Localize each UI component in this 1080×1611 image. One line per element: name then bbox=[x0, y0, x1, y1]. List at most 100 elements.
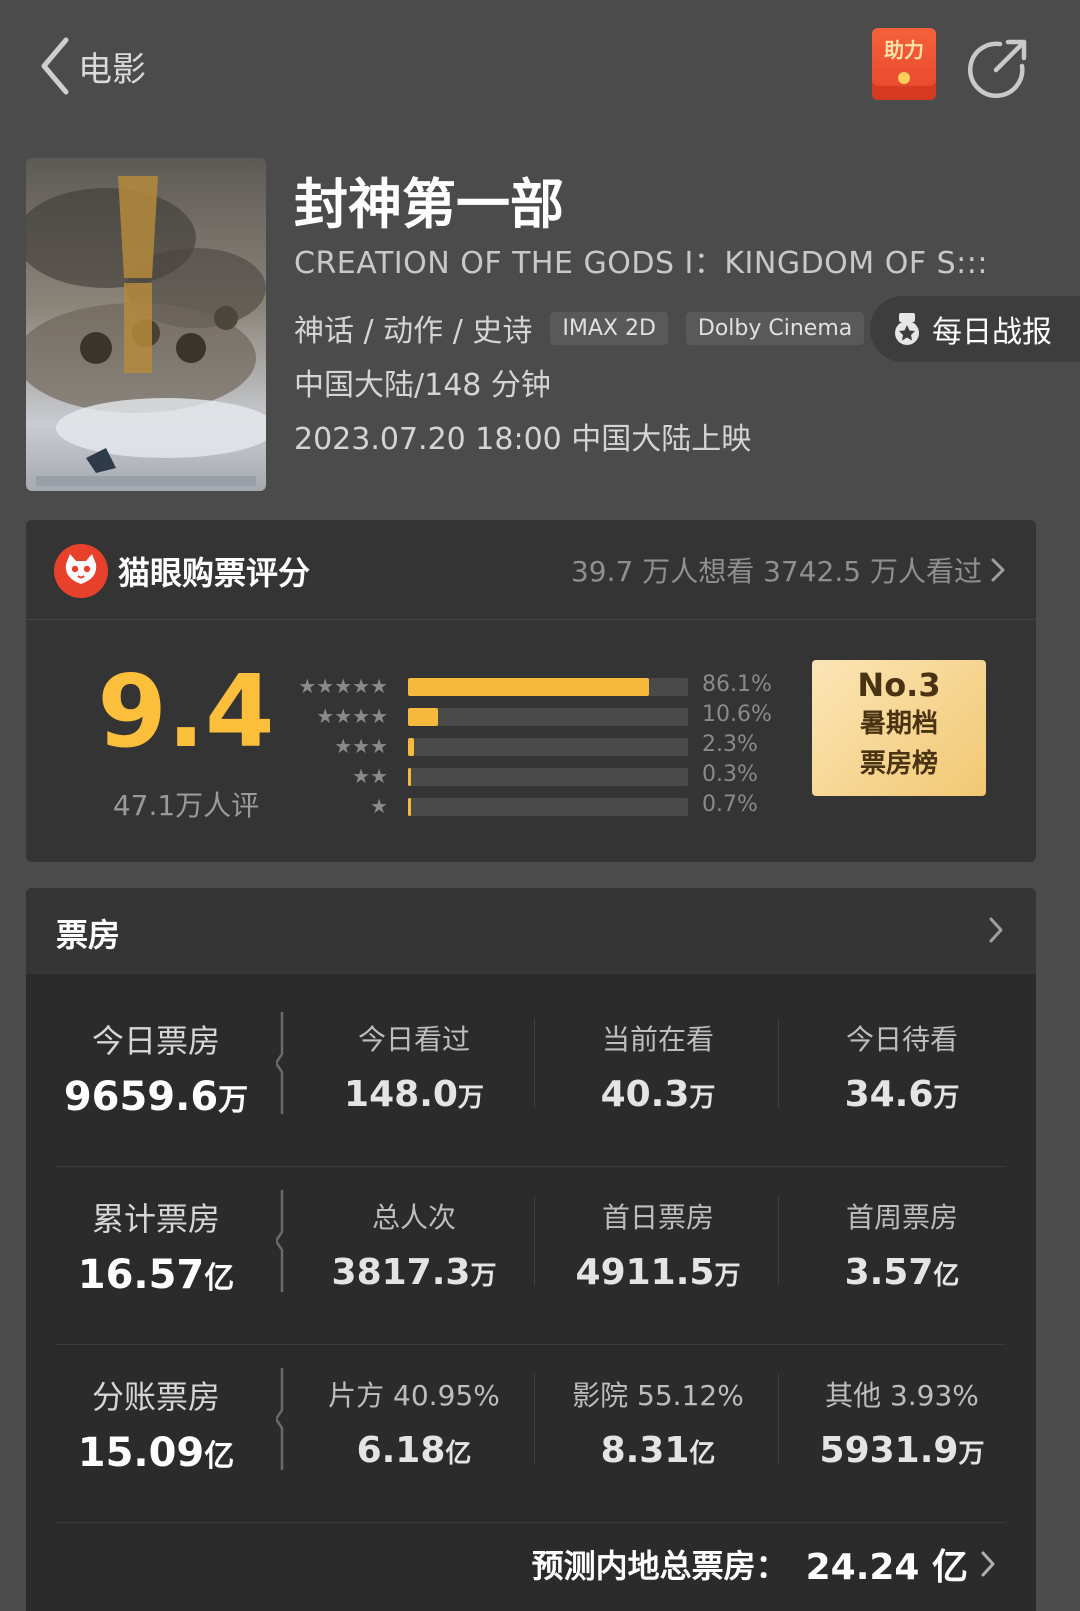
top-nav: 电影 助力 bbox=[0, 0, 1080, 130]
stat-label: 分账票房 bbox=[91, 1378, 220, 1416]
stat-unit: 万 bbox=[689, 1083, 716, 1113]
rating-percent: 0.7% bbox=[702, 792, 758, 817]
rating-header[interactable]: 猫眼购票评分 39.7 万人想看 3742.5 万人看过 bbox=[26, 520, 1036, 620]
stat-number: 5931.9 bbox=[819, 1430, 959, 1471]
chevron-right-icon bbox=[981, 1551, 995, 1577]
boxoffice-main-stat: 今日票房 9659.6万 bbox=[26, 988, 286, 1166]
stat-value: 3.57亿 bbox=[780, 1252, 1024, 1293]
stat-label: 首日票房 bbox=[601, 1201, 714, 1234]
star-icons: ★★★★ bbox=[316, 704, 388, 728]
stat-unit: 万 bbox=[933, 1083, 960, 1113]
rating-dist-row: ★★★★ 10.6% bbox=[258, 702, 778, 732]
maoyan-cat-logo-icon bbox=[54, 544, 108, 598]
rating-dist-row: ★★ 0.3% bbox=[258, 762, 778, 792]
stat-label: 片方 40.95% bbox=[328, 1379, 500, 1412]
stat-unit: 亿 bbox=[445, 1439, 472, 1469]
forecast-value: 24.24 亿 bbox=[805, 1547, 968, 1588]
rating-dist-row: ★★★★★ 86.1% bbox=[258, 672, 778, 702]
rating-bar-fill bbox=[408, 738, 415, 756]
boxoffice-row: 今日票房 9659.6万 今日看过 148.0万 当前在看 40.3万 今日待看 34.6万 bbox=[26, 988, 1036, 1166]
rating-score: 9.4 bbox=[97, 653, 275, 770]
stat-unit: 亿 bbox=[204, 1261, 235, 1296]
stat-unit: 万 bbox=[470, 1261, 497, 1291]
genre-row: 神话 / 动作 / 史诗 IMAX 2D Dolby Cinema bbox=[294, 304, 865, 352]
region-duration: 中国大陆/148 分钟 bbox=[294, 368, 551, 403]
boxoffice-sub-stat: 今日待看 34.6万 bbox=[780, 988, 1024, 1166]
daily-report-button[interactable]: 每日战报 bbox=[870, 296, 1080, 362]
stat-label: 今日待看 bbox=[845, 1023, 958, 1056]
stat-number: 34.6 bbox=[844, 1074, 934, 1115]
rating-bar-track bbox=[408, 798, 688, 816]
stat-unit: 亿 bbox=[204, 1439, 235, 1474]
movie-english-title: CREATION OF THE GODS I：KINGDOM OF S::: bbox=[294, 246, 988, 281]
forecast-row[interactable]: 预测内地总票房： 24.24 亿 bbox=[532, 1538, 996, 1590]
boxoffice-row: 分账票房 15.09亿 片方 40.95% 6.18亿 影院 55.12% 8.31亿 其他… bbox=[26, 1344, 1036, 1522]
stat-number: 4911.5 bbox=[575, 1252, 715, 1293]
stat-value: 6.18亿 bbox=[292, 1430, 536, 1471]
star-icons: ★★ bbox=[352, 764, 388, 788]
release-date: 2023.07.20 18:00 中国大陆上映 bbox=[294, 422, 752, 457]
rank-number: No.3 bbox=[857, 666, 941, 704]
format-tag-imax: IMAX 2D bbox=[550, 311, 668, 345]
star-icons: ★★★ bbox=[334, 734, 388, 758]
boost-label: 助力 bbox=[884, 38, 924, 62]
rating-card: 猫眼购票评分 39.7 万人想看 3742.5 万人看过 9.4 47.1万人评… bbox=[26, 520, 1036, 862]
stat-label: 总人次 bbox=[371, 1201, 456, 1234]
star-icons: ★★★★★ bbox=[298, 674, 388, 698]
stat-number: 15.09 bbox=[77, 1430, 205, 1476]
stat-value: 40.3万 bbox=[536, 1074, 780, 1115]
rating-distribution: ★★★★★ 86.1% ★★★★ 10.6% ★★★ 2.3% ★★ 0.3% ★ 0.7% bbox=[258, 672, 778, 822]
rating-bar-fill bbox=[408, 798, 411, 816]
boxoffice-header[interactable]: 票房 bbox=[26, 888, 1036, 974]
movie-poster[interactable] bbox=[26, 158, 266, 491]
stat-number: 148.0 bbox=[344, 1074, 458, 1115]
stat-number: 8.31 bbox=[600, 1430, 690, 1471]
summer-rank-badge[interactable]: No.3 暑期档 票房榜 bbox=[812, 660, 986, 796]
rating-bar-fill bbox=[408, 678, 650, 696]
stat-label: 首周票房 bbox=[845, 1201, 958, 1234]
boxoffice-row: 累计票房 16.57亿 总人次 3817.3万 首日票房 4911.5万 首周票房 3.57亿 bbox=[26, 1166, 1036, 1344]
rating-bar-track bbox=[408, 738, 688, 756]
rating-dist-row: ★ 0.7% bbox=[258, 792, 778, 822]
boost-button[interactable]: 助力 bbox=[872, 28, 936, 100]
daily-report-label: 每日战报 bbox=[932, 315, 1052, 350]
stat-label: 今日票房 bbox=[91, 1022, 220, 1060]
want-watch-text: 39.7 万人想看 3742.5 万人看过 bbox=[570, 555, 982, 588]
stat-label: 影院 55.12% bbox=[572, 1379, 744, 1412]
rating-percent: 86.1% bbox=[702, 672, 772, 697]
stat-number: 6.18 bbox=[356, 1430, 446, 1471]
boxoffice-sub-stat: 总人次 3817.3万 bbox=[292, 1166, 536, 1344]
movie-genres: 神话 / 动作 / 史诗 bbox=[294, 314, 533, 349]
rating-bar-fill bbox=[408, 708, 438, 726]
rating-percent: 2.3% bbox=[702, 732, 758, 757]
forecast-label: 预测内地总票房： bbox=[531, 1547, 788, 1585]
stat-number: 16.57 bbox=[77, 1252, 205, 1298]
stat-value: 5931.9万 bbox=[780, 1430, 1024, 1471]
back-label: 电影 bbox=[78, 49, 146, 90]
rating-percent: 0.3% bbox=[702, 762, 758, 787]
rating-dist-row: ★★★ 2.3% bbox=[258, 732, 778, 762]
movie-title: 封神第一部 bbox=[294, 173, 564, 236]
rating-bar-track bbox=[408, 678, 688, 696]
poster-image bbox=[26, 158, 266, 491]
rank-line-2: 票房榜 bbox=[859, 749, 938, 779]
rating-bar-track bbox=[408, 768, 688, 786]
share-icon[interactable] bbox=[966, 36, 1030, 100]
rating-title: 猫眼购票评分 bbox=[118, 554, 311, 592]
red-envelope-icon bbox=[898, 72, 910, 84]
rating-percent: 10.6% bbox=[702, 702, 772, 727]
stat-unit: 万 bbox=[218, 1083, 249, 1118]
stat-value: 148.0万 bbox=[292, 1074, 536, 1115]
stat-label: 今日看过 bbox=[357, 1023, 470, 1056]
stat-number: 3817.3 bbox=[331, 1252, 471, 1293]
chevron-right-icon bbox=[989, 917, 1003, 943]
stat-number: 9659.6 bbox=[63, 1074, 219, 1120]
back-button[interactable]: 电影 bbox=[38, 36, 146, 96]
boxoffice-title: 票房 bbox=[56, 916, 121, 954]
star-icons: ★ bbox=[370, 794, 388, 818]
stat-value: 8.31亿 bbox=[536, 1430, 780, 1471]
want-watch-stats: 39.7 万人想看 3742.5 万人看过 bbox=[571, 550, 1006, 590]
stat-value: 4911.5万 bbox=[536, 1252, 780, 1293]
row-divider bbox=[56, 1344, 1006, 1345]
boxoffice-sub-stat: 今日看过 148.0万 bbox=[292, 988, 536, 1166]
